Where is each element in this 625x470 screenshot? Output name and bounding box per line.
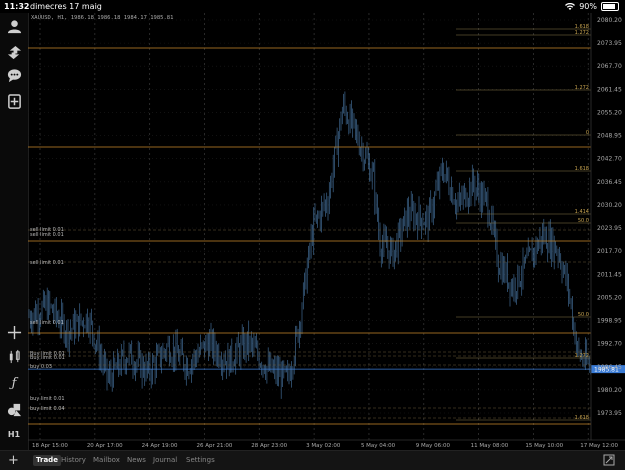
price-axis-label: 1986.45 xyxy=(597,364,622,371)
fib-level-label: 1.272 xyxy=(575,30,589,36)
price-axis-label: 2030.20 xyxy=(597,202,622,209)
tab-journal[interactable]: Journal xyxy=(153,455,177,466)
tab-history[interactable]: History xyxy=(61,455,86,466)
price-axis-label: 1973.95 xyxy=(597,410,622,417)
date-axis-label: 11 May 08:00 xyxy=(471,443,509,449)
bottom-tab-bar: + Trade History Mailbox News Journal Set… xyxy=(0,450,625,470)
date-axis-label: 3 May 02:00 xyxy=(306,443,341,449)
price-axis-label: 2055.20 xyxy=(597,109,622,116)
price-axis-label: 2080.20 xyxy=(597,17,622,24)
date-axis-label: 26 Apr 21:00 xyxy=(196,443,232,449)
date-axis-label: 15 May 10:00 xyxy=(525,443,563,449)
quotes-arrows-icon[interactable] xyxy=(3,43,25,61)
price-axis-label: 2067.70 xyxy=(597,63,622,70)
order-label[interactable]: buy limit 0.01 xyxy=(30,396,65,402)
date-axis-label: 28 Apr 23:00 xyxy=(251,443,287,449)
fib-level-label: 50.0 xyxy=(578,312,589,318)
price-axis-label: 2005.20 xyxy=(597,294,622,301)
order-label[interactable]: buy limit 0.04 xyxy=(30,406,65,412)
price-axis-label: 2073.95 xyxy=(597,40,622,47)
fib-level-label: 0 xyxy=(586,130,589,136)
date-axis-label: 24 Apr 19:00 xyxy=(142,443,178,449)
new-order-icon[interactable] xyxy=(3,92,25,110)
chart-type-icon[interactable] xyxy=(3,347,25,365)
account-icon[interactable] xyxy=(3,17,25,35)
order-label[interactable]: sell limit 0.01 xyxy=(30,232,64,238)
price-chart[interactable]: 1.618 1.272 1.272 0 1.618 1.414 50.0 50.0 1.272 1… xyxy=(28,13,625,450)
fib-level-label: 1.414 xyxy=(575,209,589,215)
add-icon[interactable]: + xyxy=(8,453,19,468)
fib-level-label: 50.0 xyxy=(578,218,589,224)
date-axis-label: 5 May 04:00 xyxy=(361,443,396,449)
timeframe-button[interactable]: H1 xyxy=(3,425,25,443)
wifi-icon xyxy=(565,2,576,10)
fib-level-label: 1.618 xyxy=(575,415,589,421)
date-axis-label: 17 May 12:00 xyxy=(580,443,618,449)
price-axis-label: 2017.70 xyxy=(597,248,622,255)
fib-level-label: 1.272 xyxy=(575,353,589,359)
date-axis-label: 18 Apr 15:00 xyxy=(32,443,68,449)
objects-icon[interactable] xyxy=(3,400,25,418)
date-axis-label: 9 May 06:00 xyxy=(416,443,451,449)
status-bar: 11:32 dimecres 17 maig 90% xyxy=(0,0,625,13)
crosshair-icon[interactable] xyxy=(3,323,25,341)
price-axis-label: 1998.95 xyxy=(597,318,622,325)
tab-mailbox[interactable]: Mailbox xyxy=(93,455,120,466)
chat-icon[interactable] xyxy=(3,66,25,84)
status-time: 11:32 xyxy=(4,2,30,11)
order-label[interactable]: sell limit 0.01 xyxy=(30,320,64,326)
price-axis-label: 2036.45 xyxy=(597,179,622,186)
status-date: dimecres 17 maig xyxy=(30,2,102,11)
price-axis-label: 2011.45 xyxy=(597,271,622,278)
tab-settings[interactable]: Settings xyxy=(186,455,215,466)
fib-level-label: 1.272 xyxy=(575,85,589,91)
price-axis-label: 2023.95 xyxy=(597,225,622,232)
order-label[interactable]: sell limit 0.01 xyxy=(30,260,64,266)
status-right: 90% xyxy=(565,2,619,11)
order-label[interactable]: buy 0.03 xyxy=(30,364,52,370)
price-axis-label: 2061.45 xyxy=(597,86,622,93)
expand-icon[interactable] xyxy=(603,454,615,466)
price-axis-label: 2048.95 xyxy=(597,133,622,140)
left-toolbar: ƒ H1 xyxy=(0,13,29,450)
tab-news[interactable]: News xyxy=(127,455,146,466)
price-axis-label: 1992.70 xyxy=(597,341,622,348)
battery-icon xyxy=(601,2,619,11)
battery-percent: 90% xyxy=(579,2,597,11)
indicators-icon[interactable]: ƒ xyxy=(3,374,25,392)
fib-level-label: 1.618 xyxy=(575,166,589,172)
price-axis-label: 2042.70 xyxy=(597,156,622,163)
tab-trade[interactable]: Trade xyxy=(33,455,61,466)
price-axis-label: 1980.20 xyxy=(597,387,622,394)
date-axis-label: 20 Apr 17:00 xyxy=(87,443,123,449)
order-label[interactable]: Buy limit 0.01 xyxy=(30,355,65,361)
